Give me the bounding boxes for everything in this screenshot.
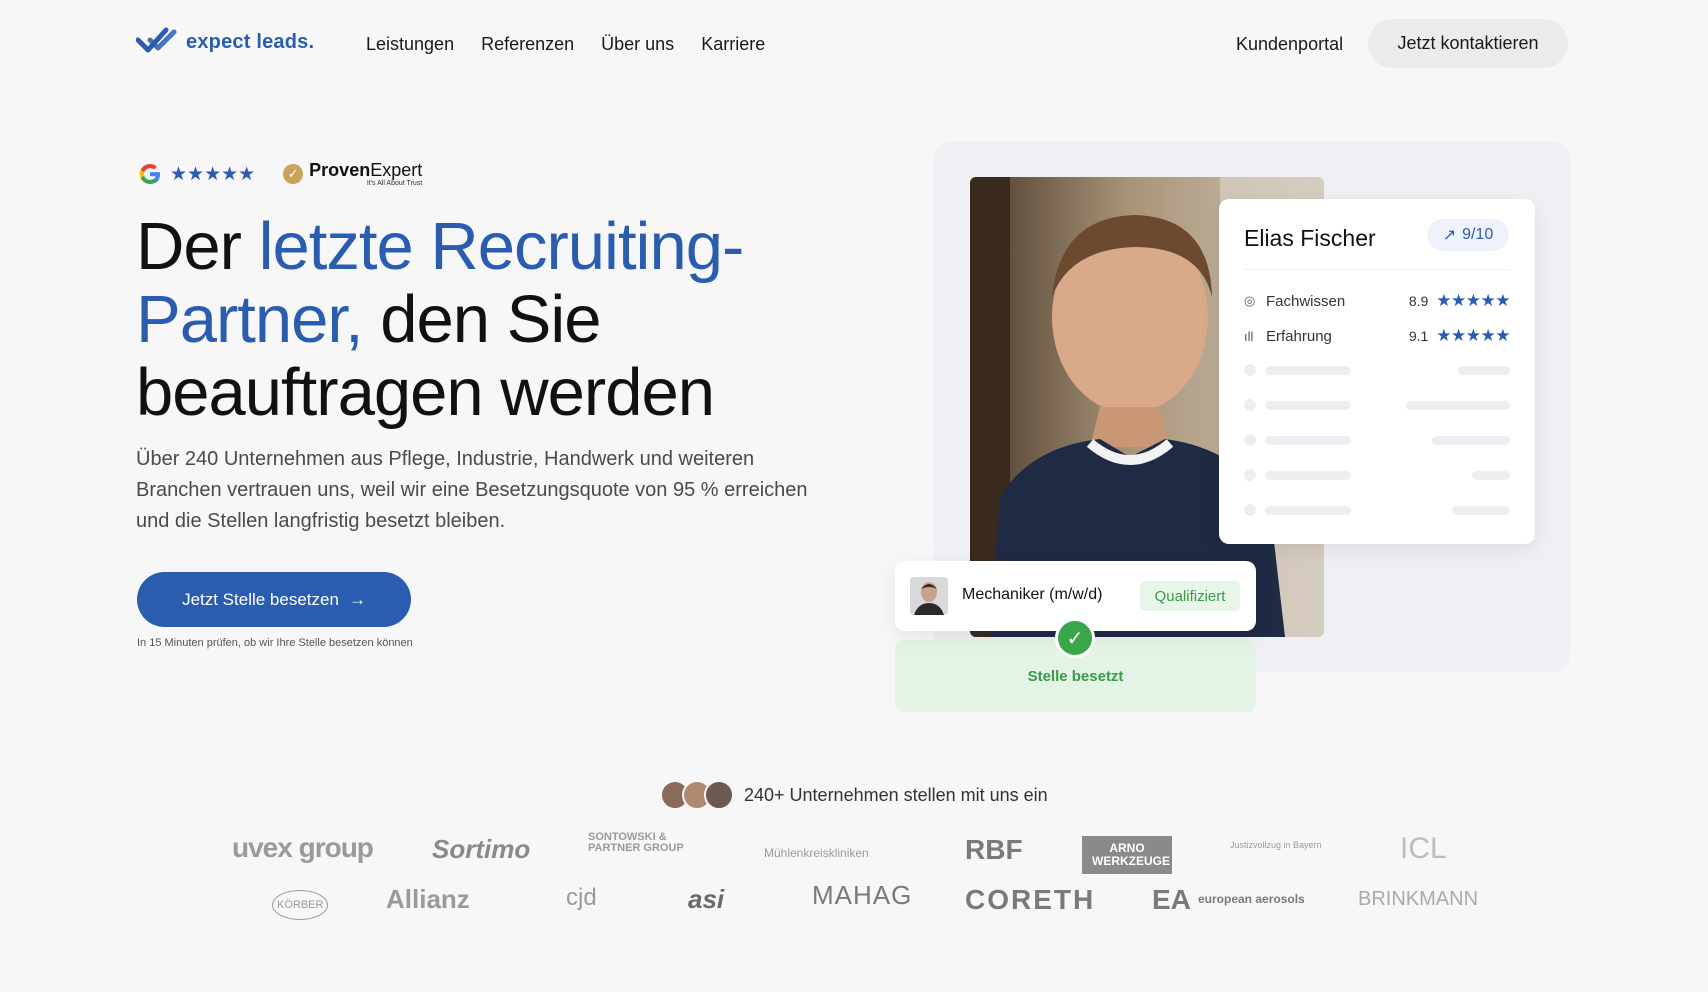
candidate-score: 9/10 [1462,226,1494,243]
nav-ueber-uns[interactable]: Über uns [601,34,674,55]
user-badge-icon: ◎ [1244,293,1256,308]
headline-part1: Der [136,209,259,284]
cta-note: In 15 Minuten prüfen, ob wir Ihre Stelle… [137,637,413,649]
job-avatar [910,577,948,615]
customer-logo-wall: uvex group Sortimo SONTOWSKI & PARTNER G… [0,820,1708,920]
placeholder-row [1244,364,1510,376]
logo-mahag: MAHAG [812,880,913,910]
avatar [704,780,734,810]
provenexpert-name-light: Expert [370,160,423,180]
metric-stars: ★★★★★ [1436,326,1510,345]
trend-up-icon: ↗ [1442,227,1457,244]
logo-coreth: CORETH [965,884,1096,915]
logo-koerber: KÖRBER [272,890,329,920]
logo-sortimo: Sortimo [432,834,531,864]
google-rating: ★★★★★ [136,160,255,188]
placeholder-row [1244,434,1510,446]
logo-sontowski: SONTOWSKI & PARTNER GROUP [588,831,684,854]
logo-brinkmann: BRINKMANN [1358,888,1479,910]
provenexpert-badge[interactable]: ✓ ProvenExpert It's All About Trust [283,161,422,187]
logo-icl: ICL [1400,832,1447,865]
candidate-profile-card: Elias Fischer ↗ 9/10 ◎ Fachwissen 8.9 ★★… [1219,199,1535,544]
metric-value: 8.9 [1408,293,1429,309]
metric-row: ◎ Fachwissen 8.9 ★★★★★ [1244,291,1510,311]
provenexpert-check-icon: ✓ [283,164,304,184]
metric-label: Fachwissen [1266,292,1346,310]
logo-arno: ARNO WERKZEUGE [1082,836,1172,874]
logo-ea-mark: EA [1152,884,1191,915]
social-proof: 240+ Unternehmen stellen mit uns ein [660,780,1048,810]
logo-allianz: Allianz [386,884,470,914]
google-icon [139,164,160,184]
kundenportal-link[interactable]: Kundenportal [1236,34,1343,55]
placeholder-row [1244,504,1510,516]
nav-leistungen[interactable]: Leistungen [366,34,454,55]
provenexpert-tagline: It's All About Trust [366,180,423,187]
hero-headline: Der letzte Recruiting-Partner, den Sie b… [136,210,836,429]
divider [1244,269,1510,270]
placeholder-row [1244,399,1510,411]
job-title: Mechaniker (m/w/d) [962,586,1103,603]
logo-muehlenkreiskliniken: Mühlenkreiskliniken [764,846,869,860]
metric-row: ıll Erfahrung 9.1 ★★★★★ [1244,326,1510,346]
metric-stars: ★★★★★ [1436,291,1510,310]
rating-badges: ★★★★★ ✓ ProvenExpert It's All About Trus… [136,160,422,188]
arrow-right-icon: → [348,589,366,609]
site-header: expect leads. Leistungen Referenzen Über… [0,0,1708,88]
logo-cjd: cjd [566,884,597,911]
logo-rbf: RBF [965,834,1023,865]
provenexpert-name-bold: Proven [309,160,371,180]
check-circle-icon: ✓ [1055,618,1095,658]
logo-fade-left [100,820,230,920]
position-filled-label: Stelle besetzt [1027,668,1124,685]
social-proof-text: 240+ Unternehmen stellen mit uns ein [744,784,1048,805]
candidate-score-badge: ↗ 9/10 [1427,219,1509,251]
main-nav: Leistungen Referenzen Über uns Karriere [366,34,765,55]
logo-asi: asi [688,884,725,914]
contact-button[interactable]: Jetzt kontaktieren [1368,19,1568,68]
logo-justizvollzug: Justizvollzug in Bayern [1230,840,1322,850]
logo-text: expect leads. [186,30,315,53]
logo-check-icon [136,27,177,53]
nav-referenzen[interactable]: Referenzen [481,34,574,55]
metric-label: Erfahrung [1266,327,1332,345]
metric-value: 9.1 [1408,328,1429,344]
bar-chart-icon: ıll [1244,328,1254,344]
cta-button[interactable]: Jetzt Stelle besetzen → [137,572,411,627]
logo-european-aerosols: european aerosols [1198,892,1305,906]
cta-label: Jetzt Stelle besetzen [182,589,339,609]
logo[interactable]: expect leads. [136,26,314,58]
logo-fade-right [1500,820,1630,920]
qualified-badge: Qualifiziert [1140,581,1240,611]
placeholder-row [1244,469,1510,481]
nav-karriere[interactable]: Karriere [701,34,765,55]
candidate-name: Elias Fischer [1244,225,1376,251]
customer-avatars [660,780,734,810]
logo-uvex: uvex group [232,832,374,863]
hero-subtext: Über 240 Unternehmen aus Pflege, Industr… [136,448,808,532]
google-stars: ★★★★★ [170,163,256,185]
